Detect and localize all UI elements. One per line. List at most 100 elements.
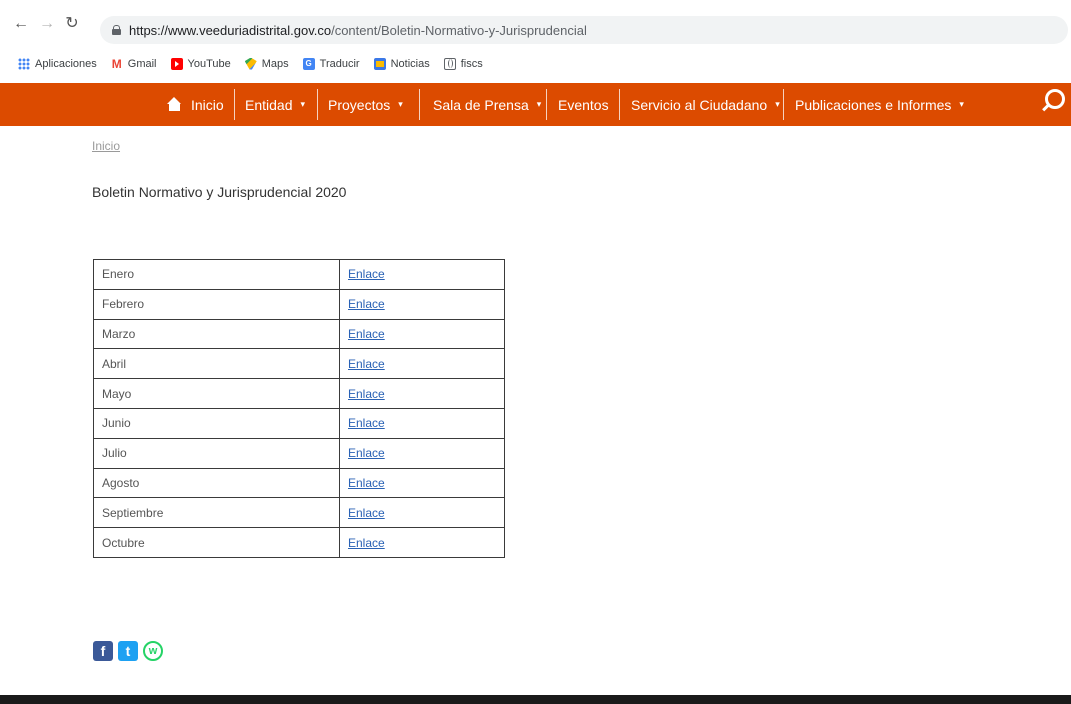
enlace-link[interactable]: Enlace: [348, 267, 385, 281]
enlace-link[interactable]: Enlace: [348, 506, 385, 520]
nav-inicio-label: Inicio: [191, 96, 224, 113]
month-cell: Marzo: [93, 318, 340, 350]
whatsapp-icon[interactable]: w: [143, 641, 163, 661]
month-cell: Abril: [93, 348, 340, 380]
footer-bar: [0, 695, 1071, 704]
link-cell: Enlace: [339, 497, 505, 529]
maps-icon: [244, 57, 257, 70]
chevron-down-icon: ▾: [959, 99, 964, 109]
table-row: Agosto Enlace: [93, 467, 505, 499]
link-cell: Enlace: [339, 407, 505, 439]
address-bar[interactable]: https://www.veeduriadistrital.gov.co/con…: [100, 16, 1068, 44]
month-cell: Junio: [93, 407, 340, 439]
nav-entidad[interactable]: Entidad ▾: [245, 83, 305, 126]
link-cell: Enlace: [339, 437, 505, 469]
enlace-link[interactable]: Enlace: [348, 416, 385, 430]
month-cell: Mayo: [93, 378, 340, 409]
bookmark-aplicaciones[interactable]: Aplicaciones: [18, 57, 97, 70]
table-row: Julio Enlace: [93, 437, 505, 469]
nav-proyectos-label: Proyectos: [328, 96, 391, 113]
facebook-icon[interactable]: f: [93, 641, 113, 661]
enlace-link[interactable]: Enlace: [348, 446, 385, 460]
back-arrow-icon[interactable]: ←: [13, 16, 29, 32]
month-cell: Julio: [93, 437, 340, 469]
nav-divider: [234, 89, 235, 120]
month-cell: Octubre: [93, 527, 340, 558]
nav-publicaciones-label: Publicaciones e Informes: [795, 96, 952, 113]
table-row: Febrero Enlace: [93, 288, 505, 320]
youtube-icon: [170, 57, 183, 70]
nav-divider: [317, 89, 318, 120]
home-icon: [167, 97, 182, 112]
gmail-icon: M: [111, 56, 122, 71]
chevron-down-icon: ▾: [536, 99, 542, 109]
browser-nav-buttons: ← → ↻: [13, 16, 79, 32]
nav-sala-de-prensa[interactable]: Sala de Prensa ▾: [433, 83, 541, 126]
chevron-down-icon: ▾: [398, 99, 403, 109]
bookmark-maps[interactable]: Maps: [244, 57, 289, 70]
link-cell: Enlace: [339, 259, 505, 290]
enlace-link[interactable]: Enlace: [348, 387, 385, 401]
enlace-link[interactable]: Enlace: [348, 297, 385, 311]
month-cell: Febrero: [93, 288, 340, 320]
link-cell: Enlace: [339, 318, 505, 350]
main-navigation: Inicio Entidad ▾ Proyectos ▾ Sala de Pre…: [0, 83, 1071, 126]
nav-proyectos[interactable]: Proyectos ▾: [328, 83, 403, 126]
lock-icon[interactable]: [112, 25, 121, 35]
bookmark-label: Maps: [261, 57, 289, 70]
table-row: Abril Enlace: [93, 348, 505, 380]
page-title: Boletin Normativo y Jurisprudencial 2020: [92, 184, 347, 200]
bookmark-gmail[interactable]: M Gmail: [111, 58, 157, 70]
enlace-link[interactable]: Enlace: [348, 357, 385, 371]
social-share: f t w: [93, 641, 163, 661]
link-cell: Enlace: [339, 378, 505, 409]
enlace-link[interactable]: Enlace: [348, 536, 385, 550]
browser-toolbar: ← → ↻ https://www.veeduriadistrital.gov.…: [0, 0, 1071, 50]
nav-divider: [546, 89, 547, 120]
bookmark-label: Noticias: [390, 57, 430, 70]
month-cell: Enero: [93, 259, 340, 290]
bookmark-label: Gmail: [127, 57, 157, 70]
forward-arrow-icon[interactable]: →: [39, 16, 55, 32]
boletin-table: Enero Enlace Febrero Enlace Marzo Enlace Ab…: [93, 259, 505, 558]
nav-eventos[interactable]: Eventos: [558, 83, 609, 126]
url-path: /content/Boletin-Normativo-y-Jurispruden…: [331, 22, 587, 38]
nav-servicio-label: Servicio al Ciudadano: [631, 96, 768, 113]
bookmark-noticias[interactable]: Noticias: [373, 57, 430, 70]
bookmarks-bar: Aplicaciones M Gmail YouTube Maps G Trad…: [0, 51, 1071, 76]
translate-icon: G: [302, 57, 315, 70]
search-icon[interactable]: [1045, 89, 1065, 109]
bookmark-fiscs[interactable]: fiscs: [443, 57, 483, 70]
bookmark-traducir[interactable]: G Traducir: [302, 57, 360, 70]
nav-divider: [783, 89, 784, 120]
nav-publicaciones-e-informes[interactable]: Publicaciones e Informes ▾: [795, 83, 964, 126]
nav-servicio-al-ciudadano[interactable]: Servicio al Ciudadano ▾: [631, 83, 780, 126]
chevron-down-icon: ▾: [300, 99, 306, 109]
table-row: Octubre Enlace: [93, 527, 505, 558]
nav-divider: [619, 89, 620, 120]
nav-eventos-label: Eventos: [558, 96, 609, 113]
nav-entidad-label: Entidad: [245, 96, 293, 113]
table-row: Marzo Enlace: [93, 318, 505, 350]
reload-icon[interactable]: ↻: [65, 16, 79, 32]
breadcrumb-inicio[interactable]: Inicio: [92, 139, 120, 153]
bookmark-youtube[interactable]: YouTube: [170, 57, 231, 70]
nav-divider: [419, 89, 420, 120]
link-cell: Enlace: [339, 527, 505, 558]
enlace-link[interactable]: Enlace: [348, 476, 385, 490]
month-cell: Septiembre: [93, 497, 340, 529]
apps-grid-icon: [18, 57, 30, 70]
url-host: https://www.veeduriadistrital.gov.co: [129, 22, 332, 38]
nav-inicio[interactable]: Inicio: [167, 83, 224, 126]
month-cell: Agosto: [93, 467, 340, 499]
link-cell: Enlace: [339, 467, 505, 499]
bookmark-label: fiscs: [460, 57, 483, 70]
bookmark-label: YouTube: [187, 57, 231, 70]
table-row: Septiembre Enlace: [93, 497, 505, 529]
bookmark-label: Aplicaciones: [35, 57, 97, 70]
table-row: Enero Enlace: [93, 259, 505, 290]
twitter-icon[interactable]: t: [118, 641, 138, 661]
enlace-link[interactable]: Enlace: [348, 327, 385, 341]
news-icon: [373, 57, 386, 70]
chevron-down-icon: ▾: [775, 99, 780, 109]
